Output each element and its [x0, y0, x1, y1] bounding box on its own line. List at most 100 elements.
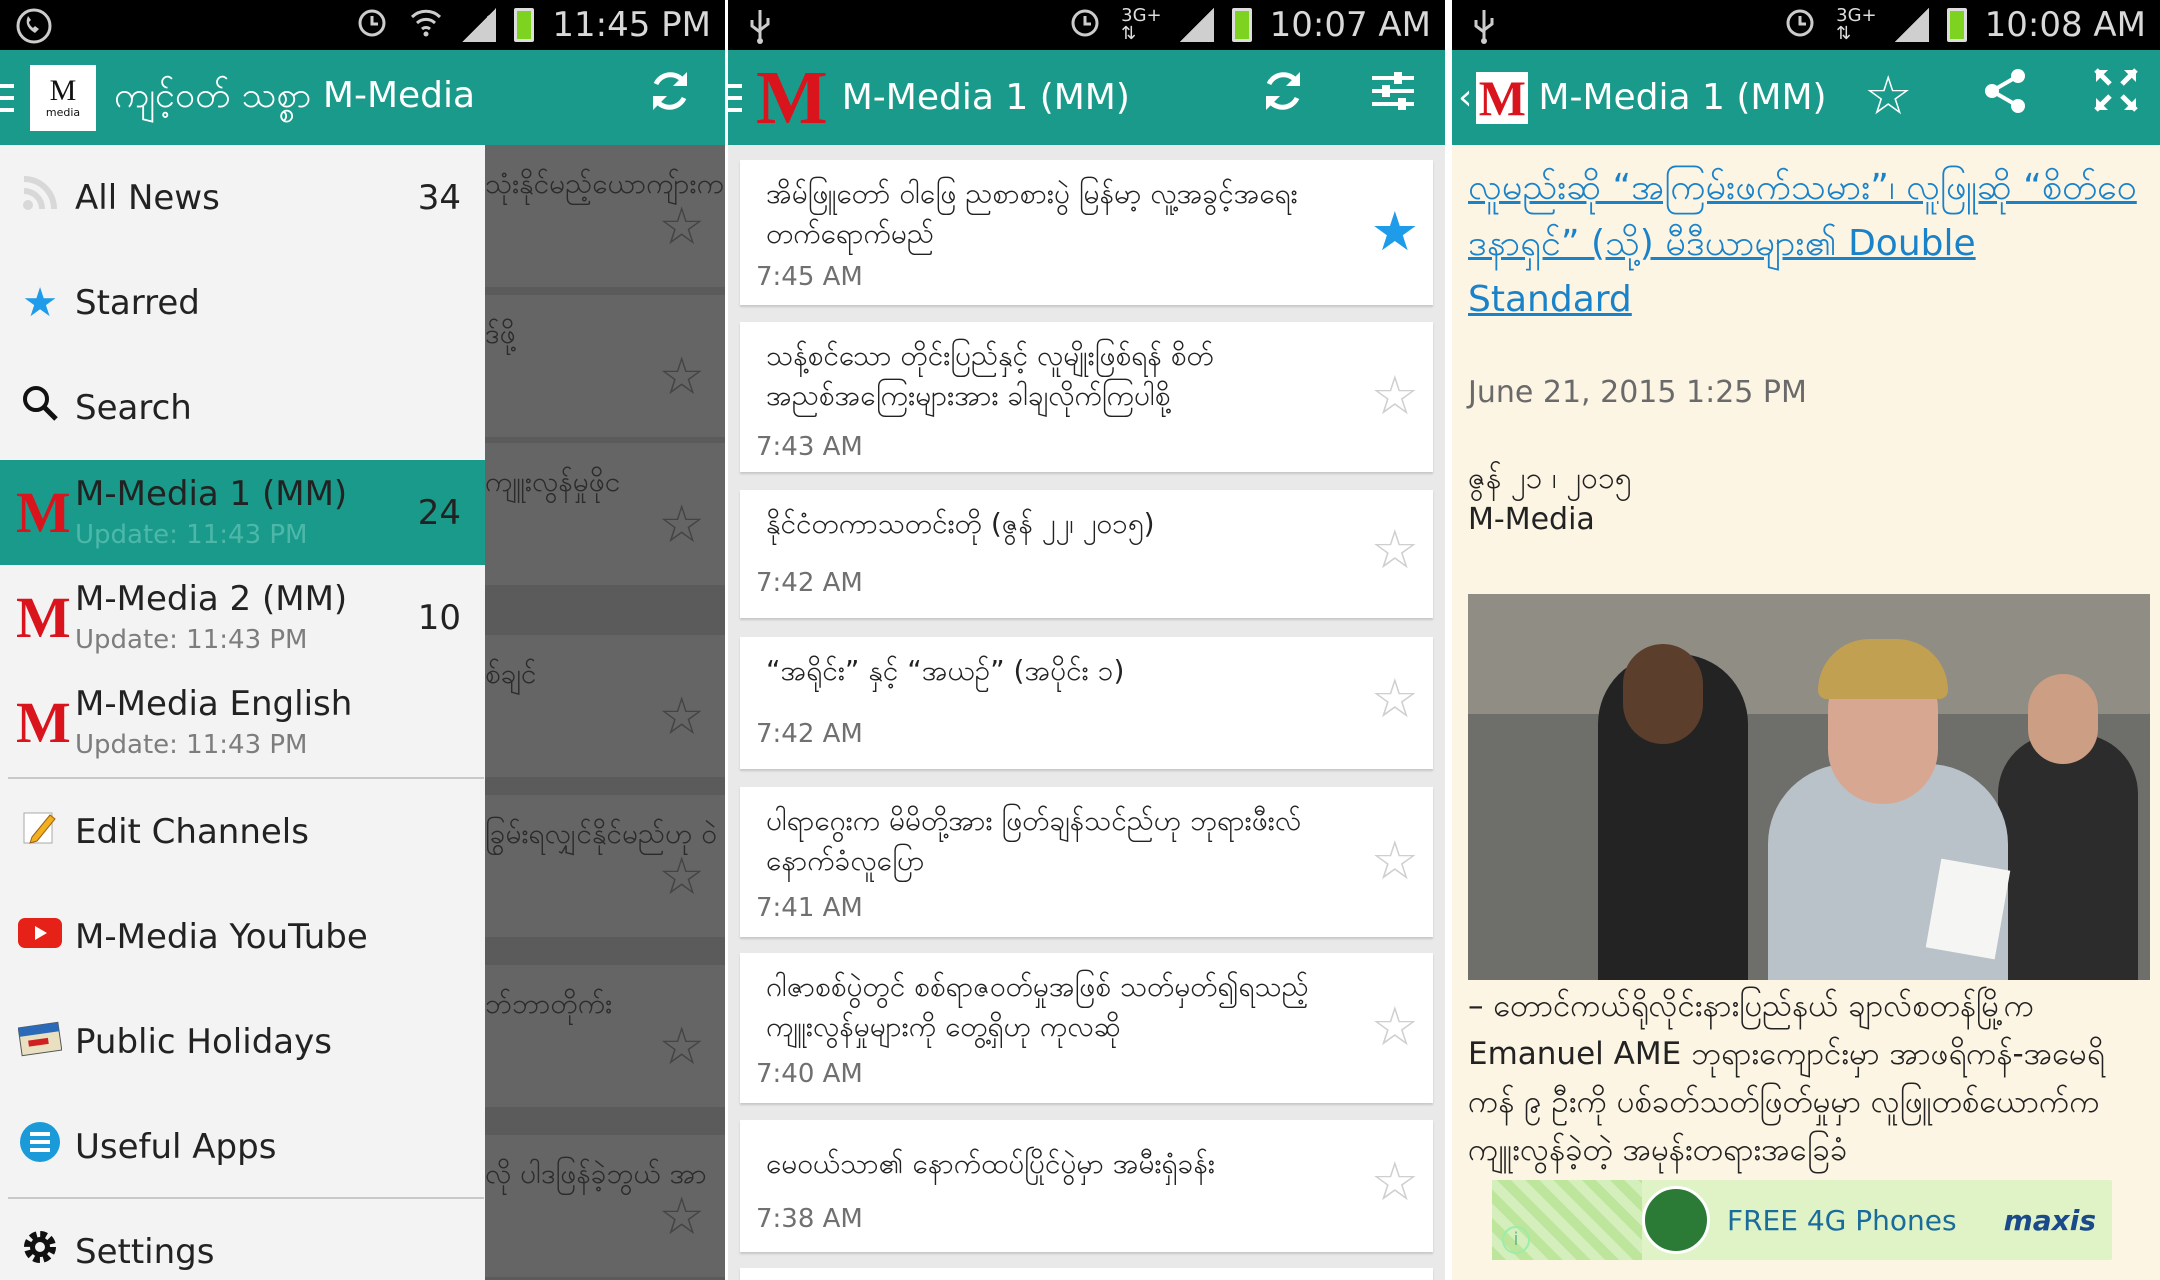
alarm-icon	[1067, 3, 1103, 48]
star-icon[interactable]: ☆	[1371, 829, 1419, 892]
signal-icon	[1179, 8, 1214, 42]
ad-text: FREE 4G Phones	[1727, 1203, 1957, 1237]
rss-icon	[16, 173, 64, 223]
star-icon: ☆	[658, 1187, 705, 1247]
article-source: M-Media	[1468, 502, 1595, 537]
drawer-item-settings[interactable]: Settings	[0, 1199, 485, 1280]
news-item[interactable]: မေဝယ်သာ၏ နောက်ထပ်ပြိုင်ပွဲမှာ အမီးရှံခန်…	[740, 1120, 1433, 1252]
filter-sliders-icon[interactable]	[1368, 66, 1418, 128]
network-3g-icon: 3G+ ⇅	[1121, 5, 1162, 44]
calendar-icon	[16, 1017, 64, 1067]
app-bar: M media ကျင့်ဝတ် သစ္စာ M-Media	[0, 50, 725, 145]
channel-title: M-Media 1 (MM)	[841, 77, 1130, 118]
mmedia-logo-icon: M	[1476, 71, 1529, 124]
star-icon[interactable]: ★	[1371, 200, 1419, 263]
wifi-icon	[408, 3, 444, 48]
article: လူမည်းဆို “အကြမ်းဖက်သမား”၊ လူဖြူဆို “စိတ…	[1468, 160, 2150, 537]
drawer-item-useful-apps[interactable]: Useful Apps	[0, 1094, 485, 1199]
navigation-drawer: All News 34 ★ Starred Search M M-Media 1…	[0, 145, 485, 1280]
drawer-item-channel[interactable]: M M-Media English Update: 11:43 PM	[0, 670, 485, 775]
screen-article: 3G+ ⇅ 10:08 AM ‹ M M-Media 1 (MM) ☆ လူမည်…	[1452, 0, 2160, 1280]
article-date: June 21, 2015 1:25 PM	[1468, 375, 1807, 410]
youtube-icon	[16, 914, 64, 960]
unread-count: 10	[417, 597, 461, 638]
star-icon[interactable]: ☆	[1371, 518, 1419, 581]
news-item[interactable]: သန့်စင်သော တိုင်းပြည်နှင့် လူမျိုးဖြစ်ရန…	[740, 322, 1433, 472]
star-icon[interactable]: ☆	[1371, 364, 1419, 427]
star-icon[interactable]: ☆	[1371, 1150, 1419, 1213]
refresh-icon[interactable]	[1258, 66, 1308, 128]
list-item: ကျူးလွန်မှုဖိုင ☆	[485, 443, 725, 585]
menu-icon[interactable]	[728, 83, 742, 112]
star-icon: ☆	[658, 197, 705, 257]
battery-icon	[1946, 8, 1967, 42]
fullscreen-icon[interactable]	[2092, 66, 2140, 126]
drawer-item-youtube[interactable]: M-Media YouTube	[0, 884, 485, 989]
back-icon[interactable]: ‹	[1458, 77, 1472, 118]
list-icon	[16, 1120, 64, 1174]
article-dateline: ဇွန် ၂၁ ၊ ၂၀၁၅	[1468, 461, 1632, 496]
pencil-icon	[16, 807, 64, 857]
drawer-item-starred[interactable]: ★ Starred	[0, 250, 485, 355]
news-item[interactable]: ပါရာဂွေးက မိမိတို့အား ဖြတ်ချန်သင်ည်ဟု ဘု…	[740, 787, 1433, 937]
ad-banner[interactable]: FREE 4G Phones maxis i	[1492, 1180, 2112, 1260]
news-item[interactable]: “အရိုင်း” နှင့် “အယဉ်” (အပိုင်း ၁) 7:42 …	[740, 637, 1433, 769]
status-bar: 11:45 PM	[0, 0, 725, 50]
list-item: ခြွမ်းရလျှင်နိုင်မည်ဟု ဝဲ ☆	[485, 795, 725, 937]
news-item[interactable]: နိုင်ငံတကာသတင်းတို (ဇွန် ၂၂၊ ၂၀၁၅) 7:42 …	[740, 490, 1433, 618]
signal-icon	[1894, 8, 1929, 42]
share-icon[interactable]	[1980, 66, 2030, 128]
drawer-item-edit-channels[interactable]: Edit Channels	[0, 779, 485, 884]
list-item: သုံးနိုင်မည့်ယောကျ်ားက ☆	[485, 145, 725, 287]
star-icon: ☆	[658, 847, 705, 907]
list-item: စ်ချင် ☆	[485, 635, 725, 777]
usb-icon	[742, 6, 778, 55]
news-item[interactable]	[740, 1268, 1433, 1280]
ad-brand: maxis	[2003, 1203, 2096, 1237]
star-icon[interactable]: ☆	[1371, 667, 1419, 730]
mmedia-logo-icon: M	[16, 479, 71, 545]
list-item: ဒ်ဖို့ ☆	[485, 295, 725, 437]
list-item: လို ပါဒဖြန်ခဲ့ဘွယ် အာ ☆	[485, 1135, 725, 1277]
drawer-item-public-holidays[interactable]: Public Holidays	[0, 989, 485, 1094]
dimmed-news-list: သုံးနိုင်မည့်ယောကျ်ားက ☆ ဒ်ဖို့ ☆ ကျူးလွန်…	[485, 145, 725, 1280]
screen-news-list: 3G+ ⇅ 10:07 AM M M-Media 1 (MM) အိမ်ဖြူတေ…	[728, 0, 1445, 1280]
app-bar: ‹ M M-Media 1 (MM) ☆	[1452, 50, 2160, 145]
news-item[interactable]: ဂါဇာစစ်ပွဲတွင် စစ်ရာဇဝတ်မှုအဖြစ် သတ်မှတ်…	[740, 953, 1433, 1103]
signal-icon	[462, 8, 497, 42]
app-bar: M M-Media 1 (MM)	[728, 50, 1445, 145]
unread-count: 34	[417, 177, 461, 218]
search-icon	[16, 383, 64, 433]
battery-icon	[514, 8, 535, 42]
drawer-item-search[interactable]: Search	[0, 355, 485, 460]
status-bar: 3G+ ⇅ 10:08 AM	[1452, 0, 2160, 50]
usb-icon	[1466, 6, 1502, 55]
star-icon[interactable]: ☆	[1864, 64, 1912, 127]
status-time: 10:07 AM	[1269, 5, 1431, 45]
app-title: ကျင့်ဝတ် သစ္စာ M-Media	[114, 74, 476, 116]
star-icon[interactable]: ☆	[1371, 995, 1419, 1058]
alarm-icon	[354, 3, 390, 48]
status-time: 11:45 PM	[552, 5, 711, 45]
mmedia-logo-icon: M	[16, 689, 71, 755]
star-icon: ☆	[658, 495, 705, 555]
status-time: 10:08 AM	[1984, 5, 2146, 45]
viber-icon	[14, 6, 54, 55]
network-3g-icon: 3G+ ⇅	[1836, 5, 1877, 44]
news-item[interactable]: အိမ်ဖြူတော် ဝါဖြေ ညစာစားပွဲ မြန်မာ့ လူ့အ…	[740, 160, 1433, 305]
star-icon: ★	[22, 279, 58, 326]
screen-drawer: 11:45 PM M media ကျင့်ဝတ် သစ္စာ M-Media …	[0, 0, 725, 1280]
drawer-item-all-news[interactable]: All News 34	[0, 145, 485, 250]
refresh-icon[interactable]	[645, 66, 695, 128]
drawer-item-channel[interactable]: M M-Media 1 (MM) Update: 11:43 PM 24	[0, 460, 485, 565]
menu-icon[interactable]	[0, 83, 14, 112]
ad-logo-icon	[1642, 1186, 1710, 1254]
mmedia-logo-icon: M	[756, 55, 828, 140]
article-title-link[interactable]: လူမည်းဆို “အကြမ်းဖက်သမား”၊ လူဖြူဆို “စိတ…	[1468, 160, 2148, 328]
drawer-item-channel[interactable]: M M-Media 2 (MM) Update: 11:43 PM 10	[0, 565, 485, 670]
info-icon[interactable]: i	[1502, 1226, 1530, 1254]
star-icon: ☆	[658, 1017, 705, 1077]
star-icon: ☆	[658, 687, 705, 747]
channel-title: M-Media 1 (MM)	[1538, 77, 1827, 118]
article-photo	[1468, 594, 2150, 980]
